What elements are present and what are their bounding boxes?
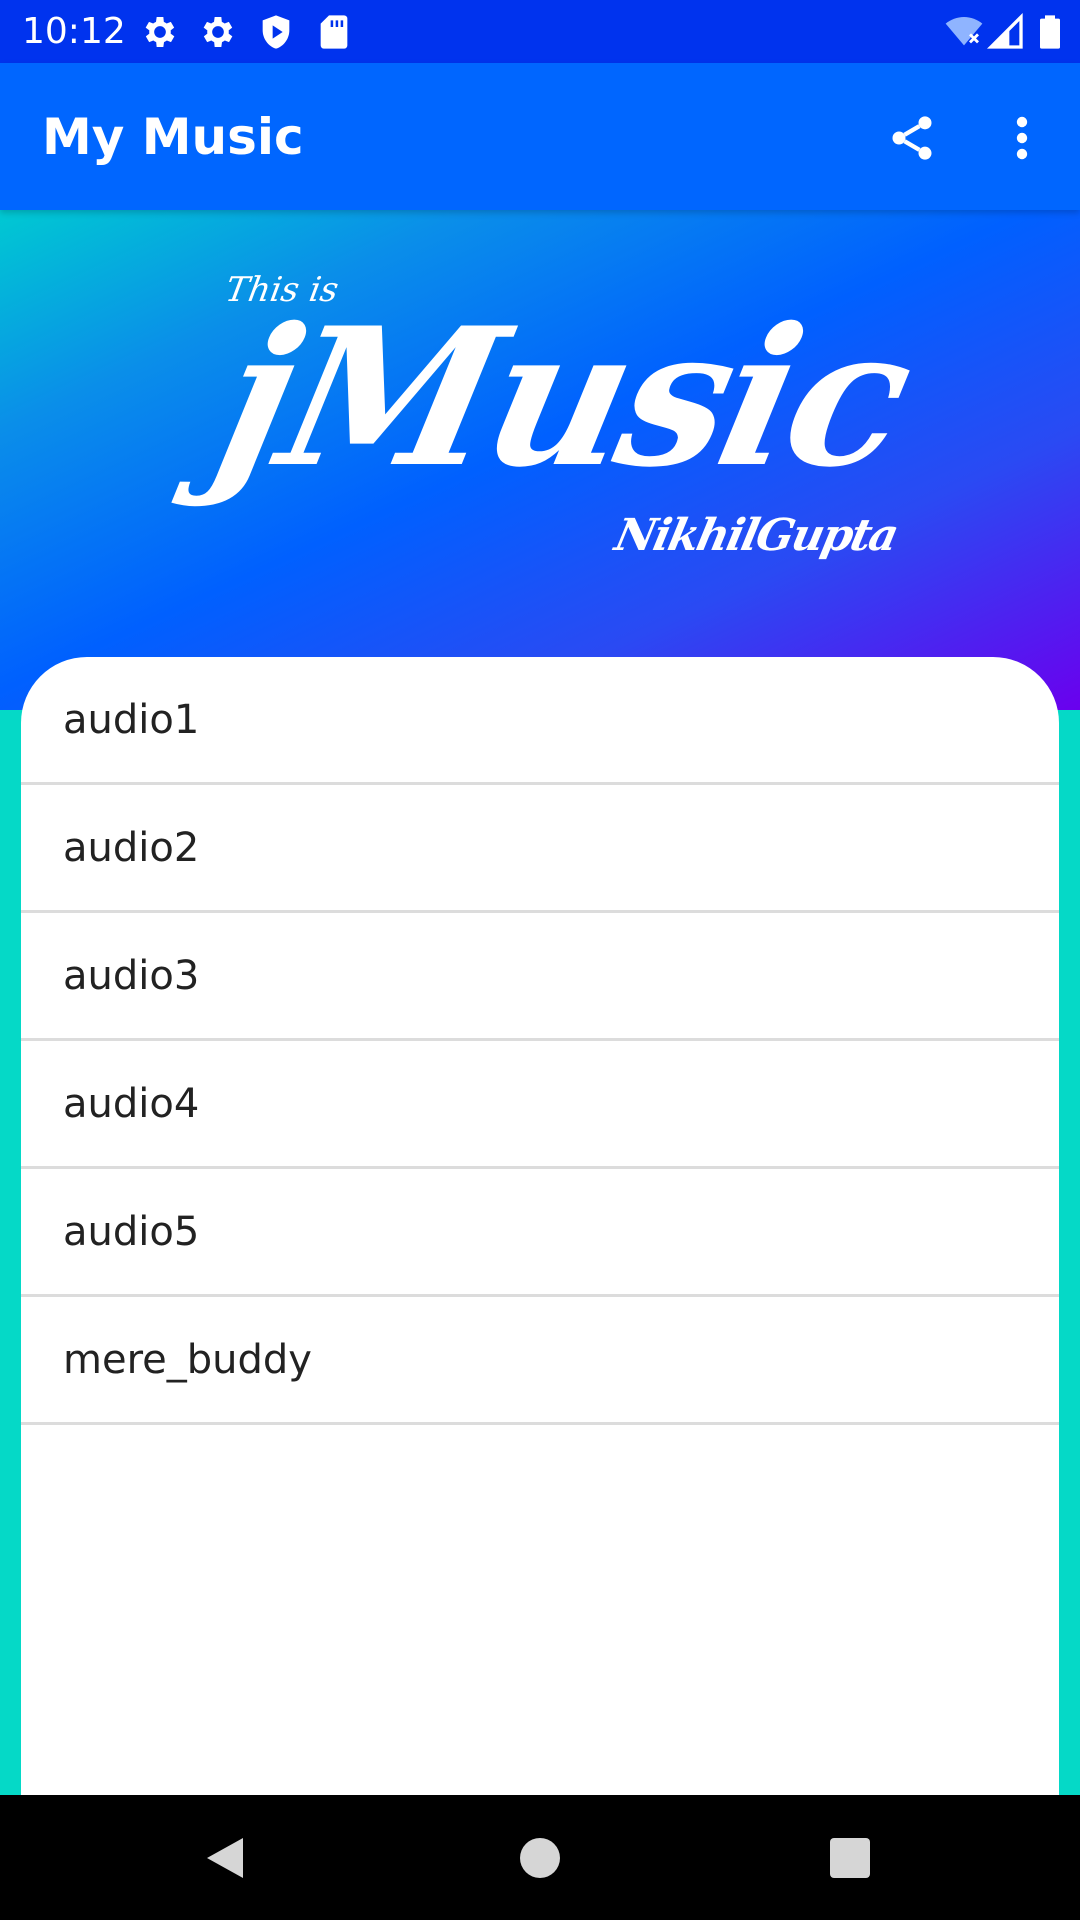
sd-card-icon xyxy=(314,12,354,52)
settings-icon xyxy=(198,12,238,52)
list-item[interactable]: audio4 xyxy=(21,1041,1059,1169)
play-protect-icon xyxy=(256,12,296,52)
back-button[interactable] xyxy=(190,1823,260,1893)
list-item-label: audio5 xyxy=(63,1208,200,1255)
list-item[interactable]: audio5 xyxy=(21,1169,1059,1297)
overflow-menu-button[interactable] xyxy=(987,103,1057,173)
battery-icon xyxy=(1030,12,1070,52)
home-button[interactable] xyxy=(505,1823,575,1893)
status-bar: 10:12 xyxy=(0,0,1080,63)
share-button[interactable] xyxy=(877,103,947,173)
status-time: 10:12 xyxy=(22,11,126,52)
list-item-label: audio3 xyxy=(63,952,200,999)
list-item[interactable]: audio1 xyxy=(21,657,1059,785)
list-item-label: audio1 xyxy=(63,696,200,743)
app-bar: My Music xyxy=(0,63,1080,210)
back-icon xyxy=(207,1838,243,1878)
list-item[interactable]: audio3 xyxy=(21,913,1059,1041)
playlist: audio1 audio2 audio3 audio4 audio5 mere_… xyxy=(21,657,1059,1795)
list-item-label: mere_buddy xyxy=(63,1336,312,1383)
list-item[interactable]: mere_buddy xyxy=(21,1297,1059,1425)
recents-icon xyxy=(830,1838,870,1878)
banner: This is jMusic NikhilGupta xyxy=(0,210,1080,710)
share-icon xyxy=(892,116,932,160)
app-title: My Music xyxy=(42,108,304,166)
list-item[interactable]: audio2 xyxy=(21,785,1059,913)
banner-author: NikhilGupta xyxy=(610,510,902,561)
settings-icon xyxy=(140,12,180,52)
wifi-off-icon xyxy=(944,12,984,52)
navigation-bar xyxy=(0,1795,1080,1920)
banner-logo: jMusic xyxy=(201,286,925,509)
home-icon xyxy=(520,1838,560,1878)
list-item-label: audio2 xyxy=(63,824,200,871)
list-item-label: audio4 xyxy=(63,1080,200,1127)
recents-button[interactable] xyxy=(815,1823,885,1893)
more-vert-icon xyxy=(1016,116,1028,160)
signal-icon xyxy=(986,12,1026,52)
